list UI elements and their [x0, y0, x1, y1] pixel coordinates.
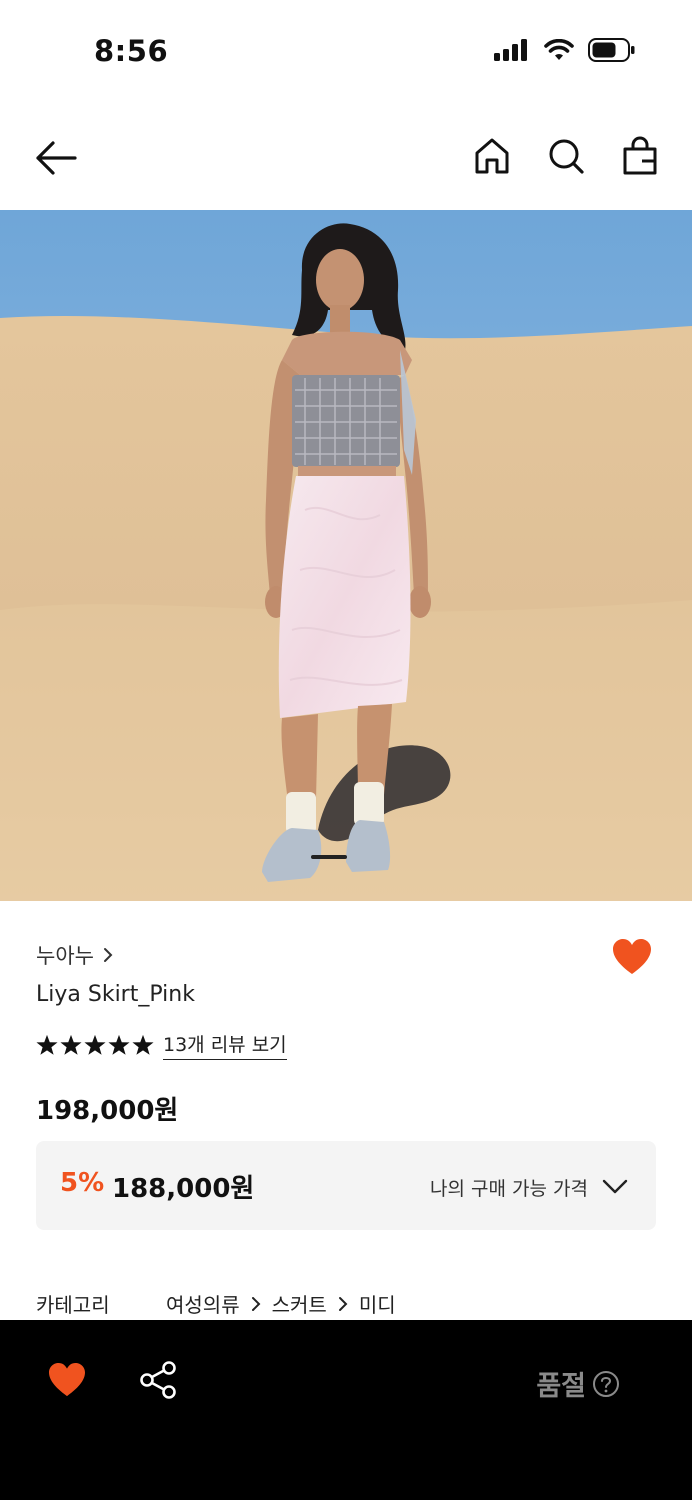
brand-link[interactable]: 누아누	[36, 940, 114, 970]
shopping-bag-icon[interactable]	[622, 136, 658, 176]
product-image-carousel[interactable]	[0, 210, 692, 901]
navigation-bar	[0, 104, 692, 210]
star-icon	[84, 1034, 106, 1055]
help-icon[interactable]	[592, 1370, 620, 1398]
review-link[interactable]: 13개 리뷰 보기	[163, 1030, 287, 1060]
category-row: 카테고리 여성의류 스커트 미디	[36, 1289, 396, 1318]
star-icon	[36, 1034, 58, 1055]
back-arrow-icon[interactable]	[34, 138, 78, 178]
category-item[interactable]: 스커트	[272, 1289, 327, 1318]
wifi-icon	[544, 39, 574, 60]
star-icon	[60, 1034, 82, 1055]
wishlist-heart-icon[interactable]	[612, 938, 652, 976]
carousel-indicator	[311, 855, 347, 859]
category-item[interactable]: 미디	[359, 1289, 396, 1318]
product-detail-page: 8:56 누아누 Liya Skirt_Pink 13개 리뷰 보기 198,0…	[0, 0, 692, 1500]
status-time: 8:56	[94, 34, 169, 68]
star-icon	[108, 1034, 130, 1055]
soldout-status: 품절	[536, 1364, 620, 1403]
bottom-action-bar: 품절	[0, 1320, 692, 1500]
soldout-label: 품절	[536, 1371, 586, 1402]
category-breadcrumb: 여성의류 스커트 미디	[166, 1289, 396, 1318]
cellular-signal-icon	[494, 39, 527, 61]
discount-rate: 5%	[60, 1168, 105, 1198]
nav-actions	[474, 136, 658, 176]
product-price: 198,000원	[36, 1096, 179, 1126]
chevron-right-icon	[338, 1296, 348, 1311]
status-icons	[494, 38, 636, 62]
star-icon	[132, 1034, 154, 1055]
discount-price-box[interactable]: 5% 188,000원 나의 구매 가능 가격	[36, 1141, 656, 1230]
battery-icon	[588, 38, 635, 62]
star-rating	[36, 1034, 154, 1056]
wishlist-heart-icon[interactable]	[48, 1362, 86, 1398]
home-icon[interactable]	[474, 136, 510, 176]
chevron-right-icon	[251, 1296, 261, 1311]
product-name: Liya Skirt_Pink	[36, 982, 195, 1007]
category-item[interactable]: 여성의류	[166, 1289, 240, 1318]
status-bar: 8:56	[0, 0, 692, 104]
rating-row: 13개 리뷰 보기	[36, 1030, 287, 1060]
chevron-right-icon	[103, 948, 113, 962]
chevron-down-icon	[602, 1179, 628, 1194]
discount-price: 188,000원	[112, 1174, 255, 1204]
my-price-label: 나의 구매 가능 가격	[430, 1178, 588, 1200]
category-label: 카테고리	[36, 1293, 110, 1317]
search-icon[interactable]	[548, 136, 584, 176]
product-photo	[0, 210, 692, 901]
share-icon[interactable]	[138, 1360, 178, 1400]
brand-name: 누아누	[36, 944, 94, 968]
